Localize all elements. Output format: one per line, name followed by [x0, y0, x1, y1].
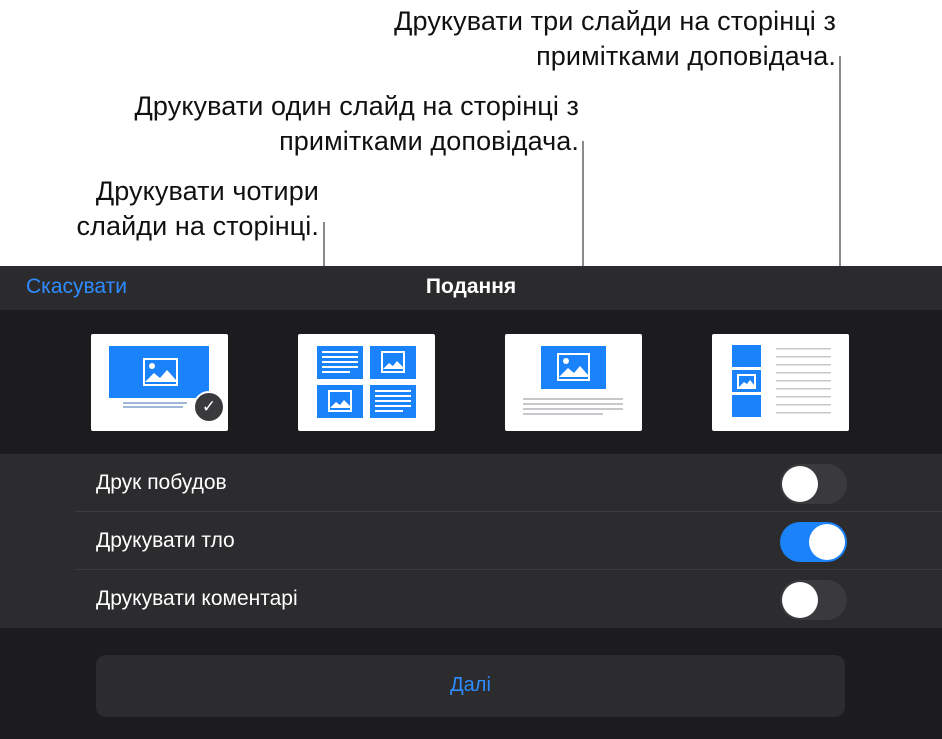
callout-three-slides: Друкувати три слайди на сторінці з примі… [300, 4, 836, 74]
three-slides-notes-preview-icon [712, 334, 849, 431]
layout-three-slides-with-notes[interactable] [712, 334, 849, 431]
layout-single-slide[interactable]: ✓ [91, 334, 228, 431]
callout-four-slides: Друкувати чотири слайди на сторінці. [20, 174, 319, 244]
next-button[interactable]: Далі [96, 655, 845, 717]
selected-check-icon: ✓ [193, 391, 225, 423]
option-print-builds[interactable]: Друк побудов [0, 454, 942, 512]
layout-four-slides[interactable] [298, 334, 435, 431]
toggle-knob [782, 582, 818, 618]
next-button-label: Далі [96, 674, 845, 697]
option-print-comments-label: Друкувати коментарі [96, 587, 298, 611]
four-slides-preview-icon [298, 334, 435, 431]
option-print-background[interactable]: Друкувати тло [0, 512, 942, 570]
layout-options: ✓ [0, 310, 942, 454]
option-print-comments[interactable]: Друкувати коментарі [0, 570, 942, 628]
option-print-background-label: Друкувати тло [96, 529, 235, 553]
print-options-list: Друк побудов Друкувати тло Друкувати ком… [0, 454, 942, 628]
print-comments-toggle[interactable] [780, 580, 847, 620]
toggle-knob [809, 524, 845, 560]
print-background-toggle[interactable] [780, 522, 847, 562]
print-layout-sheet: Скасувати Подання ✓ [0, 266, 942, 739]
option-print-builds-label: Друк побудов [96, 471, 227, 495]
toggle-knob [782, 466, 818, 502]
layout-one-slide-with-notes[interactable] [505, 334, 642, 431]
callout-one-slide: Друкувати один слайд на сторінці з примі… [40, 89, 579, 159]
navigation-bar: Скасувати Подання [0, 266, 942, 310]
one-slide-notes-preview-icon [505, 334, 642, 431]
print-builds-toggle[interactable] [780, 464, 847, 504]
sheet-title: Подання [0, 275, 942, 299]
